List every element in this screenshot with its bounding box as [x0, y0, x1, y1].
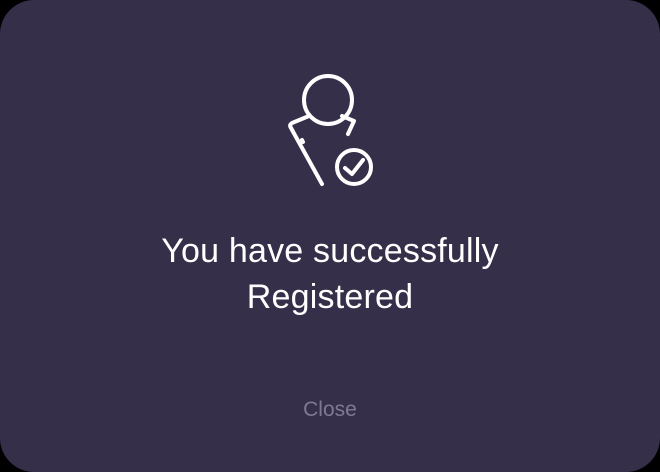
- success-message: You have successfully Registered: [60, 228, 600, 320]
- message-line-2: Registered: [246, 278, 414, 316]
- user-check-icon: [282, 72, 378, 190]
- message-line-1: You have successfully: [161, 232, 499, 270]
- success-dialog: You have successfully Registered Close: [0, 0, 660, 472]
- close-button[interactable]: Close: [260, 388, 400, 432]
